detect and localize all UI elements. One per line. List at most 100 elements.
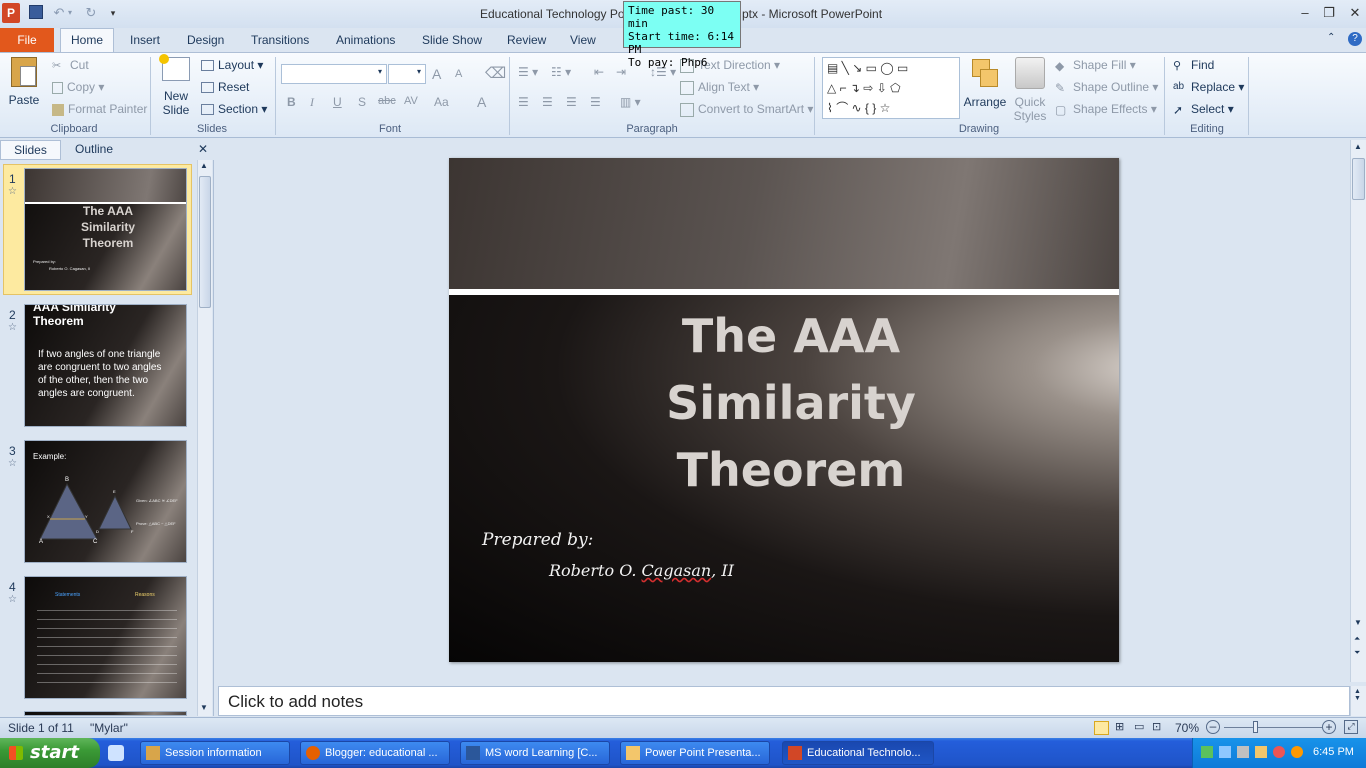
align-left-icon[interactable]: ☰: [518, 95, 529, 109]
shapes-gallery[interactable]: ▤ ╲ ↘ ▭ ◯ ▭ △ ⌐ ↴ ⇨ ⇩ ⬠ ⌇ ⌒ ∿ { } ☆: [822, 57, 960, 119]
notes-pane[interactable]: Click to add notes: [218, 686, 1350, 716]
cut-button[interactable]: ✂ Cut: [52, 58, 89, 73]
font-size-combo[interactable]: ▾: [388, 64, 426, 84]
fit-to-window-icon[interactable]: ⤢: [1344, 720, 1358, 734]
help-icon[interactable]: ?: [1348, 32, 1362, 46]
align-center-icon[interactable]: ☰: [542, 95, 553, 109]
convert-smartart-button[interactable]: Convert to SmartArt ▾: [680, 102, 813, 117]
taskbar-item-folder[interactable]: Power Point Presenta...: [620, 741, 770, 765]
change-case-button[interactable]: Aa: [434, 95, 449, 109]
bold-button[interactable]: B: [287, 95, 296, 109]
powerpoint-logo-icon[interactable]: P: [2, 3, 20, 23]
strikethrough-button[interactable]: abc: [378, 95, 396, 107]
tray-app-icon[interactable]: [1291, 746, 1303, 758]
shape-effects-button[interactable]: ▢ Shape Effects ▾: [1055, 102, 1157, 117]
arrange-button[interactable]: Arrange: [963, 57, 1007, 109]
tab-review[interactable]: Review: [507, 33, 546, 47]
section-button[interactable]: Section ▾: [201, 102, 267, 116]
slide-thumbnail-5-partial[interactable]: [24, 711, 187, 716]
maximize-icon[interactable]: ❐: [1320, 4, 1338, 22]
zoom-out-icon[interactable]: –: [1206, 720, 1220, 734]
minimize-ribbon-icon[interactable]: ⌃: [1327, 32, 1335, 43]
zoom-slider-thumb[interactable]: [1253, 721, 1258, 733]
replace-button[interactable]: ab Replace ▾: [1173, 80, 1244, 95]
bullets-icon[interactable]: ☰ ▾: [518, 65, 538, 79]
tab-insert[interactable]: Insert: [130, 33, 160, 47]
next-slide-icon[interactable]: ⏷: [1354, 648, 1360, 658]
taskbar-item-session[interactable]: Session information: [140, 741, 290, 765]
normal-view-icon[interactable]: [1094, 721, 1109, 735]
tab-file[interactable]: File: [0, 28, 54, 52]
customize-toolbar-icon[interactable]: ▾: [104, 4, 122, 22]
reading-view-icon[interactable]: ▭: [1134, 720, 1144, 733]
zoom-level[interactable]: 70%: [1175, 721, 1199, 735]
zoom-slider[interactable]: [1224, 727, 1322, 728]
notes-scrollbar[interactable]: ▲ ▼: [1350, 686, 1366, 716]
tab-design[interactable]: Design: [187, 33, 224, 47]
tab-outline[interactable]: Outline: [62, 140, 126, 160]
select-button[interactable]: ➚ Select ▾: [1173, 102, 1234, 117]
italic-button[interactable]: I: [310, 95, 314, 110]
textbox-shape-icon[interactable]: ▤: [827, 61, 838, 75]
scroll-up-icon[interactable]: ▲: [1354, 142, 1362, 151]
tab-slide-show[interactable]: Slide Show: [422, 33, 482, 47]
close-icon[interactable]: ✕: [1346, 4, 1364, 22]
tab-home[interactable]: Home: [60, 28, 114, 53]
slide-title[interactable]: The AAA Similarity Theorem: [599, 303, 983, 504]
quicklaunch-icon[interactable]: [108, 745, 124, 761]
columns-icon[interactable]: ▥ ▾: [620, 95, 641, 109]
slides-pane-scrollbar[interactable]: ▲ ▼: [197, 160, 212, 716]
align-right-icon[interactable]: ☰: [566, 95, 577, 109]
tab-transitions[interactable]: Transitions: [251, 33, 309, 47]
tray-app-icon[interactable]: [1273, 746, 1285, 758]
zoom-in-icon[interactable]: +: [1322, 720, 1336, 734]
shadow-button[interactable]: S: [358, 95, 366, 109]
taskbar-item-word[interactable]: MS word Learning [C...: [460, 741, 610, 765]
clock[interactable]: 6:45 PM: [1313, 746, 1354, 758]
scroll-up-icon[interactable]: ▲: [200, 161, 208, 170]
taskbar-item-blogger[interactable]: Blogger: educational ...: [300, 741, 450, 765]
new-slide-button[interactable]: New Slide: [158, 54, 194, 121]
layout-button[interactable]: Layout ▾: [201, 58, 263, 72]
tab-view[interactable]: View: [570, 33, 596, 47]
shrink-font-button[interactable]: A: [455, 68, 462, 80]
numbering-icon[interactable]: ☷ ▾: [551, 65, 571, 79]
decrease-indent-icon[interactable]: ⇤: [594, 65, 604, 79]
scroll-down-icon[interactable]: ▼: [200, 703, 208, 712]
tray-app-icon[interactable]: [1237, 746, 1249, 758]
character-spacing-button[interactable]: AV: [404, 95, 418, 107]
slide-thumbnail-3[interactable]: Example: B A C X Y E D F Given: ∠ABC ≅ ∠…: [24, 440, 187, 563]
taskbar-item-powerpoint[interactable]: Educational Technolo...: [782, 741, 934, 765]
increase-indent-icon[interactable]: ⇥: [616, 65, 626, 79]
previous-slide-icon[interactable]: ⏶: [1354, 634, 1360, 644]
slide-thumbnail-1[interactable]: The AAA Similarity Theorem Prepared by: …: [24, 168, 187, 291]
clear-formatting-icon[interactable]: ⌫: [485, 64, 506, 82]
align-text-button[interactable]: Align Text ▾: [680, 80, 759, 95]
slide-thumbnail-2[interactable]: AAA Similarity Theorem If two angles of …: [24, 304, 187, 427]
paste-button[interactable]: Paste: [6, 57, 42, 119]
tab-animations[interactable]: Animations: [336, 33, 395, 47]
undo-dropdown-icon[interactable]: ▾: [65, 4, 75, 22]
start-button[interactable]: start: [0, 738, 100, 768]
shape-fill-button[interactable]: ◆ Shape Fill ▾: [1055, 58, 1136, 73]
font-color-button[interactable]: A: [477, 94, 486, 110]
slide-thumbnail-4[interactable]: Statements Reasons: [24, 576, 187, 699]
quick-styles-button[interactable]: Quick Styles: [1010, 57, 1050, 123]
tab-slides[interactable]: Slides: [0, 140, 61, 160]
reset-button[interactable]: Reset: [201, 80, 249, 94]
tray-app-icon[interactable]: [1255, 746, 1267, 758]
slide-canvas[interactable]: The AAA Similarity Theorem Prepared by: …: [449, 158, 1119, 662]
copy-button[interactable]: Copy ▾: [52, 80, 104, 94]
underline-button[interactable]: U: [333, 95, 342, 109]
slide-prepared-by[interactable]: Prepared by:: [482, 530, 593, 550]
tray-app-icon[interactable]: [1219, 746, 1231, 758]
format-painter-button[interactable]: Format Painter: [52, 102, 147, 116]
font-name-combo[interactable]: ▾: [281, 64, 387, 84]
triangle-shape-icon[interactable]: △: [827, 81, 836, 95]
slide-sorter-icon[interactable]: ⊞: [1115, 720, 1124, 733]
curve-shape-icon[interactable]: ⌇: [827, 101, 833, 115]
shape-outline-button[interactable]: ✎ Shape Outline ▾: [1055, 80, 1158, 95]
scroll-down-icon[interactable]: ▼: [1354, 618, 1362, 627]
scroll-thumb[interactable]: [1352, 158, 1365, 200]
slide-author[interactable]: Roberto O. Cagasan, II: [549, 561, 734, 580]
